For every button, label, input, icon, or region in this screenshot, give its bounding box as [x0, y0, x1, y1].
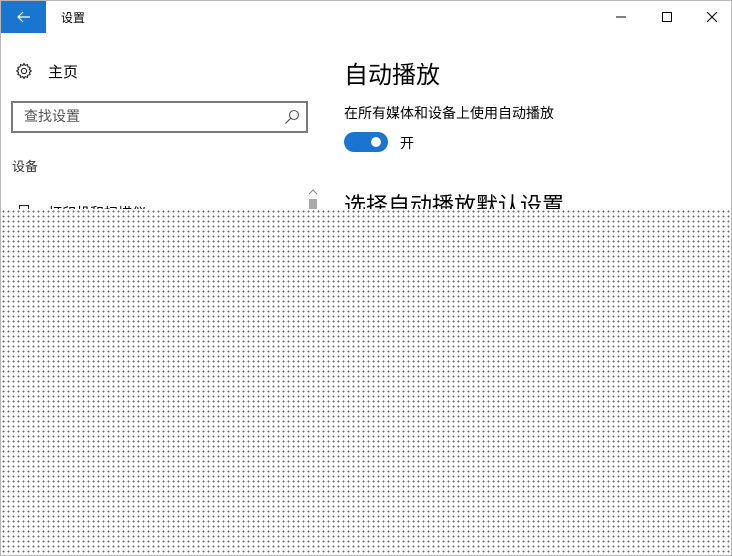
- autoplay-toggle[interactable]: [344, 132, 388, 152]
- sidebar-item-home[interactable]: 主页: [1, 53, 321, 89]
- scroll-up-arrow-icon[interactable]: [308, 188, 318, 196]
- gear-icon: [16, 62, 32, 80]
- page-title: 自动播放: [344, 61, 440, 89]
- title-bar: 设置: [1, 1, 731, 33]
- window-title: 设置: [61, 11, 86, 25]
- toggle-state-label: 开: [400, 136, 414, 152]
- search-box[interactable]: [11, 101, 308, 133]
- minimize-icon: [616, 16, 626, 18]
- home-label: 主页: [48, 63, 79, 81]
- back-button[interactable]: [1, 1, 46, 33]
- maximize-icon: [662, 12, 672, 22]
- maximize-button[interactable]: [644, 1, 690, 33]
- settings-window: 设置 主页 查找设置 设备 自动播放 在所有媒体和设备上使用自动播放 开 选择自…: [0, 0, 732, 556]
- back-arrow-icon: [16, 11, 30, 23]
- dotted-overlay: [1, 209, 731, 555]
- section-label-devices: 设备: [12, 160, 39, 175]
- toggle-knob: [371, 137, 381, 147]
- search-input[interactable]: [13, 103, 275, 131]
- close-button[interactable]: [689, 1, 731, 33]
- minimize-button[interactable]: [598, 1, 644, 33]
- close-icon: [707, 12, 717, 22]
- autoplay-setting-label: 在所有媒体和设备上使用自动播放: [344, 106, 554, 122]
- search-icon[interactable]: [284, 109, 300, 125]
